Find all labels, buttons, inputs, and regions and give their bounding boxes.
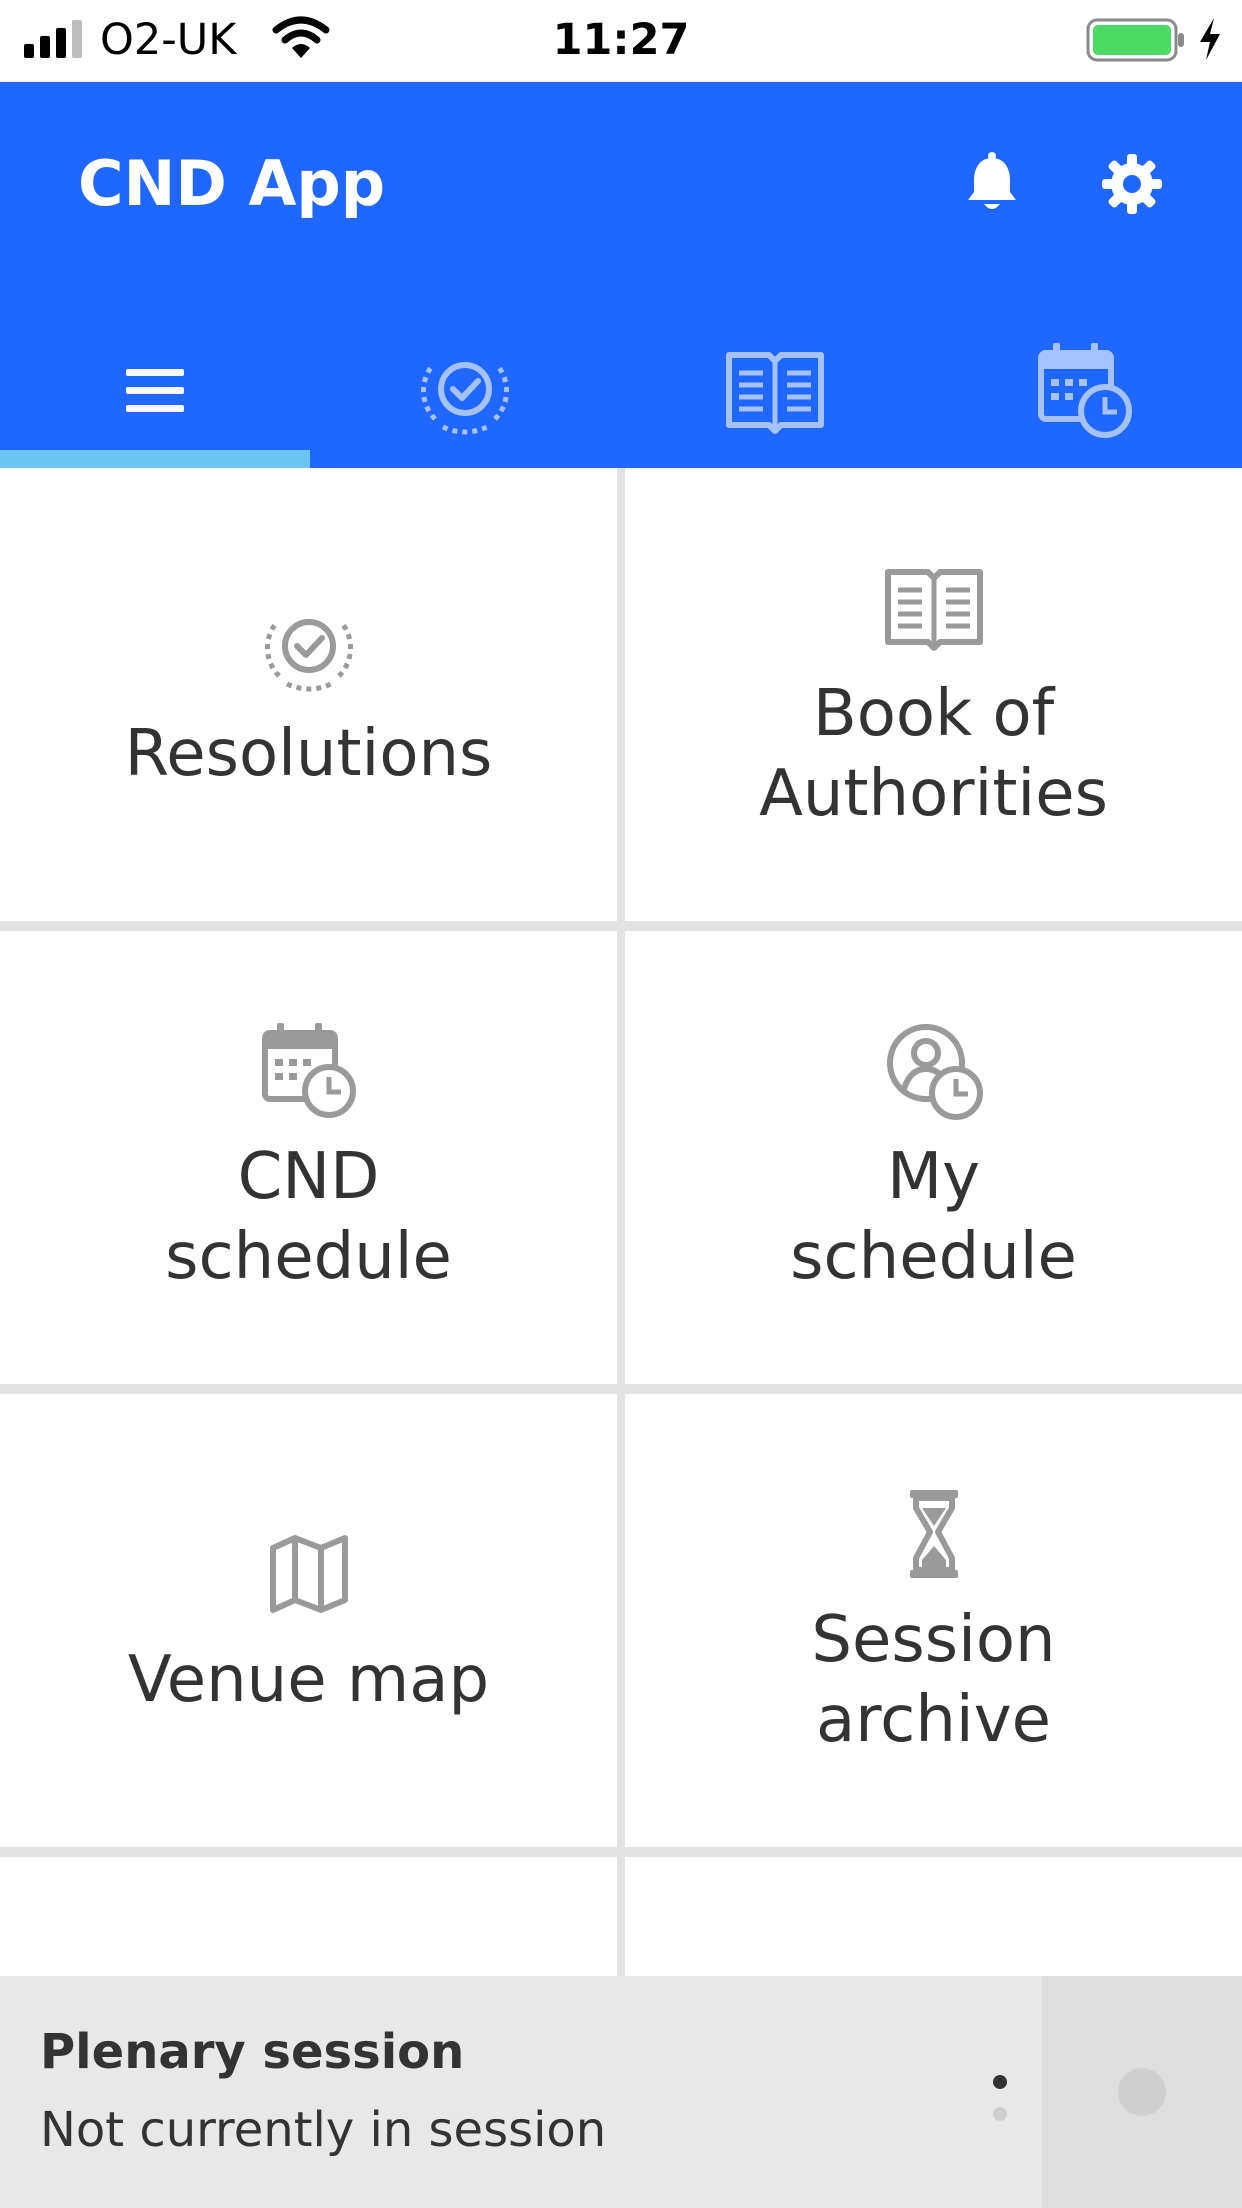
tile-label: Session archive [811,1602,1056,1757]
tile-label: My schedule [790,1139,1077,1294]
tile-resolutions[interactable]: Resolutions [0,468,617,921]
tile-label: Resolutions [124,716,493,791]
tab-schedule[interactable] [930,314,1240,468]
calendar-clock-icon [1038,343,1132,438]
bell-icon [968,152,1016,209]
open-book-icon [884,568,983,651]
tab-menu[interactable] [0,314,310,468]
status-bar: O2-UK 11:27 [0,0,1242,82]
tile-label: Book of Authorities [759,676,1108,831]
app-header: CND App [0,82,1242,468]
tile-partial-right[interactable] [625,1857,1242,1976]
map-icon [269,1534,348,1613]
session-indicator-dot [1118,2068,1166,2116]
notifications-button[interactable] [956,148,1028,220]
tile-label: CND schedule [165,1139,452,1294]
tab-resolutions[interactable] [310,314,620,468]
session-side-panel[interactable] [1042,1976,1242,2208]
tile-venue-map[interactable]: Venue map [0,1394,617,1847]
tile-session-archive[interactable]: Session archive [625,1394,1242,1847]
battery-icon [1086,18,1184,62]
tile-partial-left[interactable] [0,1857,617,1976]
status-time: 11:27 [552,15,690,65]
session-status-bar[interactable]: Plenary session Not currently in session [0,1976,1242,2208]
settings-button[interactable] [1096,148,1168,220]
user-clock-icon [886,1023,983,1120]
selected-tab-indicator [0,450,310,468]
calendar-clock-icon [261,1022,356,1118]
menu-grid: Resolutions Book of Authorities CND sche… [0,468,1242,1976]
session-title: Plenary session [40,2024,465,2080]
page-dots-indicator [993,2075,1007,2121]
tile-cnd-schedule[interactable]: CND schedule [0,931,617,1384]
hourglass-icon [909,1489,958,1578]
tab-book-of-authorities[interactable] [620,314,930,468]
open-book-icon [726,352,824,434]
laurel-check-icon [264,618,353,691]
tile-my-schedule[interactable]: My schedule [625,931,1242,1384]
gear-icon [1102,154,1162,214]
charging-icon [1200,18,1220,60]
menu-icon [126,369,184,412]
tab-bar [0,314,1242,468]
app-title: CND App [78,147,386,220]
laurel-check-icon [421,362,509,435]
tile-label: Venue map [127,1642,490,1717]
tile-book-of-authorities[interactable]: Book of Authorities [625,468,1242,921]
session-status-text: Not currently in session [40,2102,607,2158]
